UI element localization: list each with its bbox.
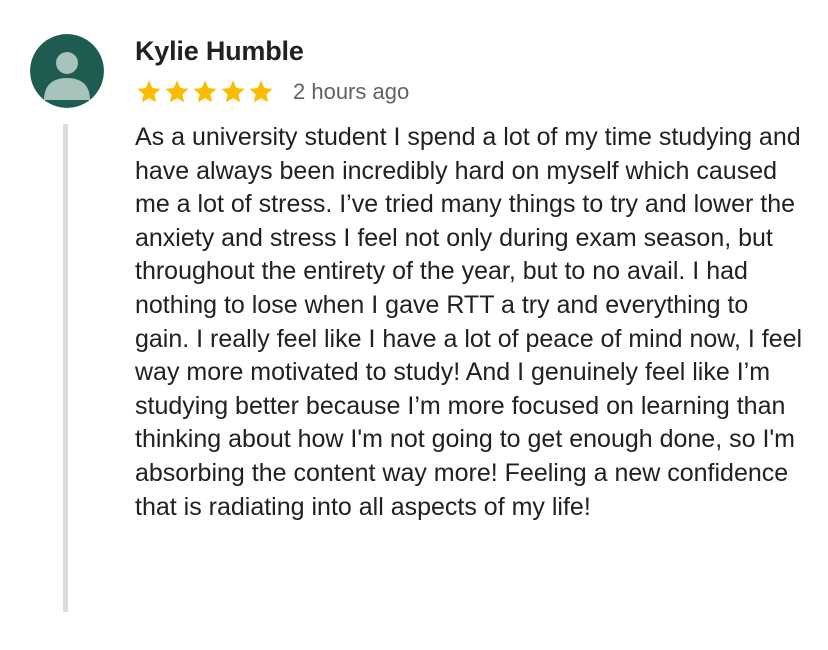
review-meta: 2 hours ago <box>135 76 409 108</box>
star-icon <box>165 80 189 103</box>
review-divider <box>63 124 68 612</box>
star-icon <box>249 80 273 103</box>
star-icon <box>221 80 245 103</box>
star-icon <box>137 80 161 103</box>
default-person-avatar-icon <box>30 34 104 108</box>
review-card: Kylie Humble 2 hours ago As a university… <box>0 0 828 650</box>
avatar[interactable] <box>30 34 104 108</box>
star-icon <box>193 80 217 103</box>
review-time: 2 hours ago <box>293 79 410 104</box>
star-rating <box>135 78 275 106</box>
reviewer-name[interactable]: Kylie Humble <box>135 36 304 67</box>
review-text: As a university student I spend a lot of… <box>135 123 803 521</box>
